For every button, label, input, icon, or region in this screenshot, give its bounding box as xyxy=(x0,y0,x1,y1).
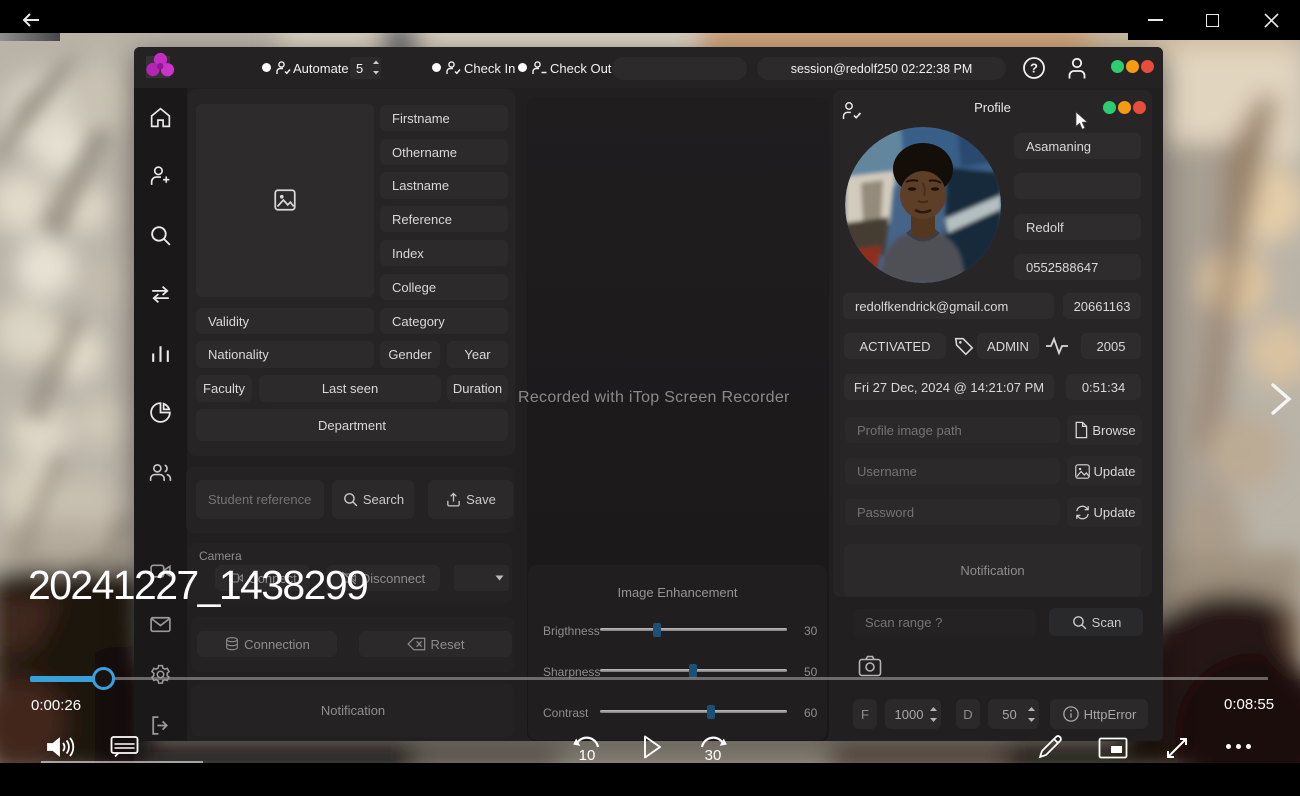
svg-text:30: 30 xyxy=(705,747,722,763)
svg-text:10: 10 xyxy=(579,747,596,763)
